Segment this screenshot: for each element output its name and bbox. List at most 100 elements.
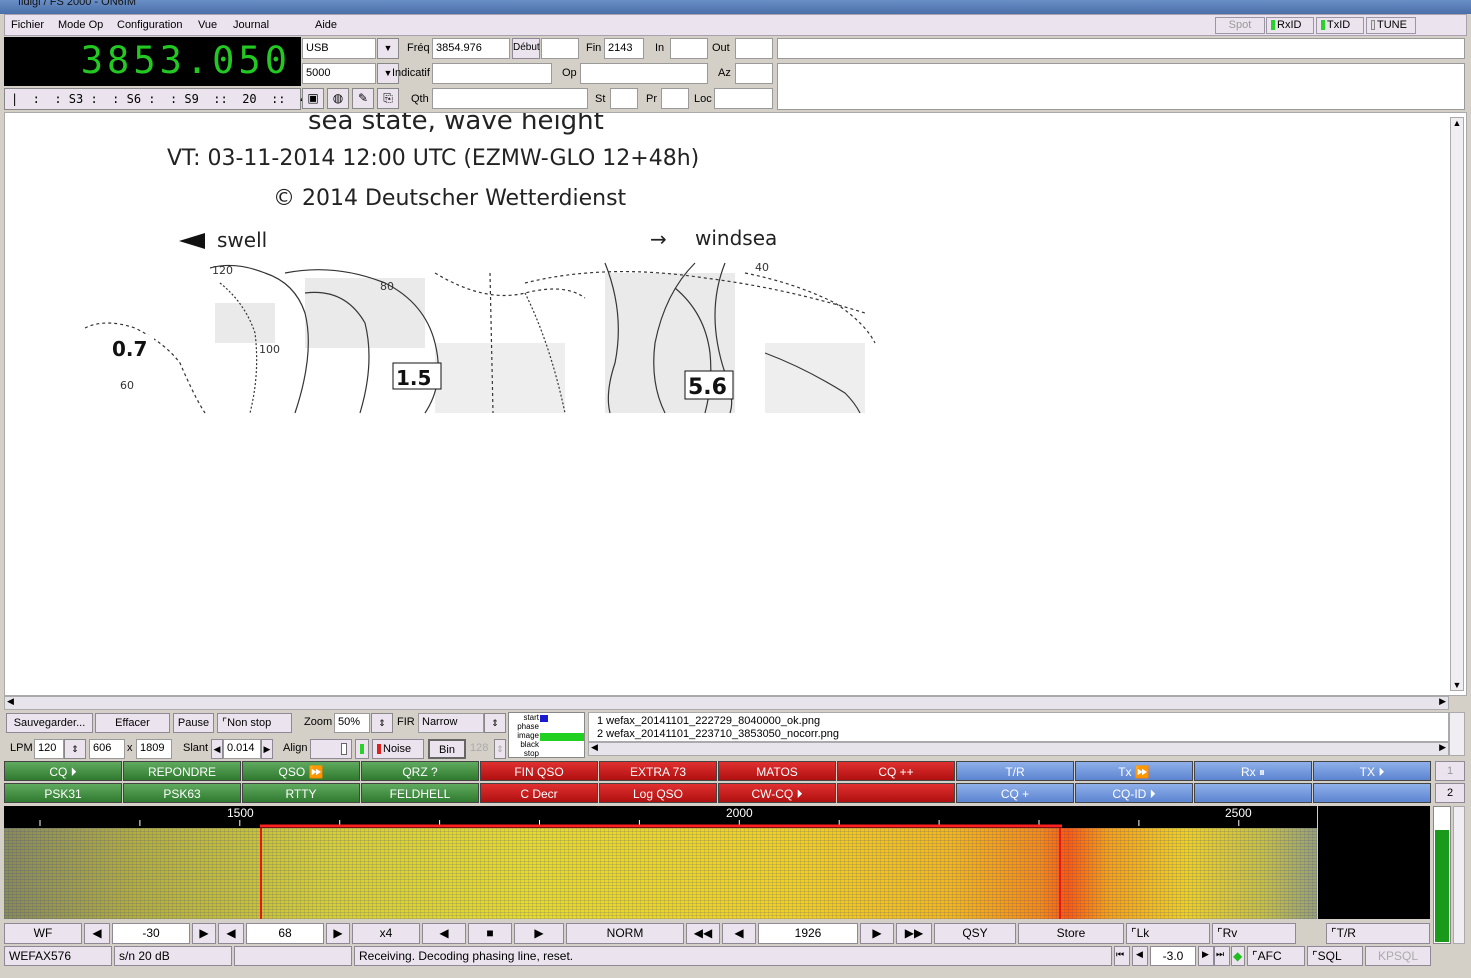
bandwidth-select[interactable]: 5000 — [302, 63, 376, 84]
in-field[interactable] — [670, 38, 708, 59]
notes-field-2[interactable] — [777, 63, 1465, 110]
waterfall[interactable] — [4, 828, 1317, 919]
macro-qrz[interactable]: QRZ ? — [361, 761, 479, 781]
fax-horizontal-scrollbar[interactable]: ◀ ▶ — [4, 696, 1449, 710]
db-last-icon[interactable]: ⏭ — [1214, 946, 1230, 966]
menu-configuration[interactable]: Configuration — [117, 19, 182, 31]
files-scroll-right-icon[interactable]: ▶ — [1439, 742, 1446, 753]
menu-fichier[interactable]: Fichier — [11, 19, 44, 31]
lpm-spinner-icon[interactable]: ⇕ — [64, 739, 86, 759]
op-field[interactable] — [580, 63, 708, 84]
zoom-spinner-icon[interactable]: ⇕ — [371, 713, 393, 733]
threshold-spinner-icon[interactable]: ⇕ — [494, 739, 506, 759]
mode-select[interactable]: USB — [302, 38, 376, 59]
mode-dropdown-icon[interactable]: ▼ — [377, 38, 399, 59]
debut-button[interactable]: Début — [512, 38, 540, 59]
low-dec-icon[interactable]: ◀ — [84, 923, 110, 944]
st-field[interactable] — [610, 88, 638, 109]
lock-toggle[interactable]: ⌜Lk — [1126, 923, 1210, 944]
wf-mode-button[interactable]: WF — [4, 923, 82, 944]
fast-rewind-icon[interactable]: ◀◀ — [686, 923, 720, 944]
scroll-down-icon[interactable]: ▼ — [1451, 680, 1463, 690]
range-dec-icon[interactable]: ◀ — [218, 923, 244, 944]
macro-bank-1[interactable]: 1 — [1435, 761, 1465, 781]
debut-field[interactable] — [541, 38, 579, 59]
zoom-x4-button[interactable]: x4 — [352, 923, 420, 944]
forward-icon[interactable]: ▶ — [860, 923, 894, 944]
zoom-field[interactable]: 50% — [334, 713, 370, 733]
macro-bank-2[interactable]: 2 — [1435, 783, 1465, 803]
waterfall-scale[interactable]: 1500 2000 2500 — [4, 806, 1317, 828]
slant-right-icon[interactable]: ▶ — [261, 739, 273, 759]
macro-repondre[interactable]: REPONDRE — [123, 761, 241, 781]
macro-cq[interactable]: CQ ⏵ — [4, 761, 122, 781]
call-field[interactable] — [432, 63, 552, 84]
kpsql-toggle[interactable]: KPSQL — [1365, 946, 1431, 966]
macro-cw-cq[interactable]: CW-CQ ⏵ — [718, 783, 836, 803]
macro-cq-id[interactable]: CQ-ID ⏵ — [1075, 783, 1193, 803]
pause-button[interactable]: Pause — [173, 713, 214, 733]
frequency-display[interactable]: 3853.050 — [4, 37, 301, 86]
menu-aide[interactable]: Aide — [315, 19, 337, 31]
store-button[interactable]: Store — [1018, 923, 1124, 944]
out-field[interactable] — [735, 38, 773, 59]
macro-empty-2[interactable] — [1194, 783, 1312, 803]
scroll-left-icon[interactable]: ◀ — [7, 696, 14, 707]
globe-icon[interactable]: ◍ — [327, 88, 349, 109]
files-scroll-left-icon[interactable]: ◀ — [591, 742, 598, 753]
stop-icon[interactable]: ■ — [468, 923, 512, 944]
menu-journal[interactable]: Journal — [233, 19, 269, 31]
macro-empty-3[interactable] — [1313, 783, 1431, 803]
rxid-toggle[interactable]: RxID — [1266, 17, 1314, 34]
macro-feldhell[interactable]: FELDHELL — [361, 783, 479, 803]
macro-fin-qso[interactable]: FIN QSO — [480, 761, 598, 781]
tr-toggle[interactable]: ⌜T/R — [1326, 923, 1430, 944]
level-scroll[interactable] — [1453, 806, 1465, 944]
fin-field[interactable]: 2143 — [604, 38, 644, 59]
macro-cq-plus[interactable]: CQ + — [956, 783, 1074, 803]
range-field[interactable]: 68 — [246, 923, 324, 944]
pr-field[interactable] — [661, 88, 689, 109]
macro-empty-1[interactable] — [837, 783, 955, 803]
macro-c-decr[interactable]: C Decr — [480, 783, 598, 803]
prev-icon[interactable]: ◀ — [422, 923, 466, 944]
menu-vue[interactable]: Vue — [198, 19, 217, 31]
align-slider[interactable] — [310, 739, 352, 759]
fax-vertical-scrollbar[interactable]: ▲ ▼ — [1450, 117, 1464, 691]
db-inc-icon[interactable]: ▶ — [1198, 946, 1214, 966]
macro-cq-plusplus[interactable]: CQ ++ — [837, 761, 955, 781]
qth-field[interactable] — [432, 88, 588, 109]
received-files-list[interactable]: 1 wefax_20141101_222729_8040000_ok.png 2… — [588, 712, 1449, 742]
lpm-field[interactable]: 120 — [34, 739, 64, 759]
macro-qso[interactable]: QSO ⏩ — [242, 761, 360, 781]
macro-psk31[interactable]: PSK31 — [4, 783, 122, 803]
rewind-icon[interactable]: ◀ — [722, 923, 756, 944]
macro-psk63[interactable]: PSK63 — [123, 783, 241, 803]
sql-toggle[interactable]: ⌜SQL — [1307, 946, 1363, 966]
file-item-1[interactable]: 1 wefax_20141101_222729_8040000_ok.png — [597, 715, 1440, 728]
files-horizontal-scrollbar[interactable]: ◀ ▶ — [588, 742, 1449, 756]
menu-mode-op[interactable]: Mode Op — [58, 19, 103, 31]
fir-spinner-icon[interactable]: ⇕ — [484, 713, 506, 733]
low-level-field[interactable]: -30 — [112, 923, 190, 944]
fax-image-pane[interactable]: sea state, wave height VT: 03-11-2014 12… — [4, 112, 1467, 696]
norm-button[interactable]: NORM — [566, 923, 684, 944]
bin-toggle[interactable]: Bin — [428, 739, 466, 759]
loc-field[interactable] — [714, 88, 773, 109]
image-width-field[interactable]: 606 — [89, 739, 125, 759]
erase-button[interactable]: Effacer — [95, 713, 170, 733]
log-freq-field[interactable]: 3854.976 — [432, 38, 510, 59]
spot-indicator[interactable]: Spot — [1215, 17, 1265, 34]
db-first-icon[interactable]: ⏮ — [1114, 946, 1130, 966]
afc-toggle[interactable]: ⌜AFC — [1247, 946, 1305, 966]
image-height-field[interactable]: 1809 — [136, 739, 172, 759]
slant-field[interactable]: 0.014 — [223, 739, 261, 759]
macro-tx[interactable]: Tx ⏩ — [1075, 761, 1193, 781]
macro-extra-73[interactable]: EXTRA 73 — [599, 761, 717, 781]
range-inc-icon[interactable]: ▶ — [326, 923, 350, 944]
qsy-button[interactable]: QSY — [934, 923, 1016, 944]
slant-left-icon[interactable]: ◀ — [211, 739, 223, 759]
files-vertical-scrollbar[interactable] — [1449, 712, 1465, 756]
az-field[interactable] — [735, 63, 773, 84]
save-image-button[interactable]: Sauvegarder... — [6, 713, 93, 733]
